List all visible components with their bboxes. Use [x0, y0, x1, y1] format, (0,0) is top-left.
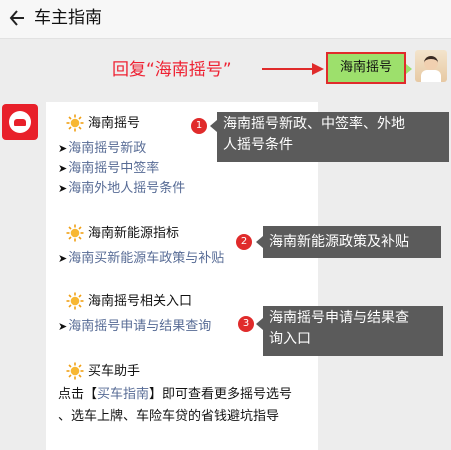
- arrow-bullet-icon: ➤: [58, 320, 68, 333]
- nav-header: 车主指南: [0, 0, 451, 39]
- section-title-text: 海南摇号: [88, 116, 141, 131]
- arrow-bullet-icon: ➤: [58, 162, 68, 175]
- link-text[interactable]: 海南外地人摇号条件: [68, 181, 185, 196]
- callout-line: 海南摇号新政、中签率、外地: [223, 116, 405, 132]
- section-title-text: 买车助手: [88, 364, 141, 379]
- back-arrow-icon[interactable]: [8, 7, 28, 29]
- callout-box: 海南新能源政策及补贴: [263, 226, 441, 258]
- link-text[interactable]: 海南摇号中签率: [68, 161, 159, 176]
- arrow-bullet-icon: ➤: [58, 142, 68, 155]
- callout-tail: [256, 236, 263, 248]
- callout-number-badge: 2: [236, 234, 252, 250]
- arrow-bullet-icon: ➤: [58, 182, 68, 195]
- section-title: 海南新能源指标: [66, 224, 180, 242]
- section-title: 买车助手: [66, 362, 141, 380]
- sun-icon: [66, 224, 84, 242]
- sun-icon: [66, 362, 84, 380]
- callout-number-badge: 1: [191, 118, 207, 134]
- section-link[interactable]: ➤海南买新能源车政策与补贴: [58, 250, 224, 267]
- desc-text: 】即可查看更多摇号选号: [149, 387, 293, 402]
- desc-text: 点击【: [58, 387, 98, 402]
- car-logo-icon: [14, 119, 26, 126]
- callout-line: 海南新能源政策及补贴: [269, 234, 409, 250]
- callout-number-badge: 3: [238, 316, 254, 332]
- section-link[interactable]: ➤海南摇号申请与结果查询: [58, 318, 211, 335]
- callout-tail: [256, 318, 263, 330]
- section-link[interactable]: ➤海南摇号新政: [58, 140, 146, 157]
- sent-message-bubble[interactable]: 海南摇号: [326, 52, 406, 84]
- link-text[interactable]: 海南买新能源车政策与补贴: [68, 251, 224, 266]
- assistant-description-line1: 点击【买车指南】即可查看更多摇号选号: [58, 384, 292, 406]
- sun-icon: [66, 292, 84, 310]
- bot-avatar[interactable]: [2, 104, 38, 140]
- annotation-hint: 回复“海南摇号”: [112, 60, 232, 80]
- bubble-tail: [406, 64, 412, 74]
- callout-line: 海南摇号申请与结果查: [269, 310, 409, 326]
- callout-line: 询入口: [269, 331, 311, 347]
- assistant-description-line2: 、选车上牌、车险车贷的省钱避坑指导: [58, 409, 280, 424]
- page-title: 车主指南: [34, 8, 102, 28]
- section-title: 海南摇号: [66, 114, 141, 132]
- section-title-text: 海南摇号相关入口: [88, 294, 193, 309]
- callout-line: 人摇号条件: [223, 137, 293, 153]
- annotation-arrow-icon: [262, 63, 324, 75]
- avatar-face: [424, 56, 438, 70]
- section-link[interactable]: ➤海南摇号中签率: [58, 160, 159, 177]
- section-title-text: 海南新能源指标: [88, 226, 180, 241]
- callout-tail: [210, 120, 217, 132]
- callout-box: 海南摇号新政、中签率、外地 人摇号条件: [217, 112, 449, 162]
- callout-box: 海南摇号申请与结果查 询入口: [263, 306, 443, 356]
- arrow-bullet-icon: ➤: [58, 252, 68, 265]
- section-link[interactable]: ➤海南外地人摇号条件: [58, 180, 185, 197]
- user-avatar[interactable]: [415, 50, 447, 82]
- link-text[interactable]: 海南摇号新政: [68, 141, 146, 156]
- section-title: 海南摇号相关入口: [66, 292, 193, 310]
- sun-icon: [66, 114, 84, 132]
- link-text[interactable]: 海南摇号申请与结果查询: [68, 319, 211, 334]
- buy-car-guide-link[interactable]: 买车指南: [97, 387, 149, 402]
- avatar-shirt: [421, 70, 441, 82]
